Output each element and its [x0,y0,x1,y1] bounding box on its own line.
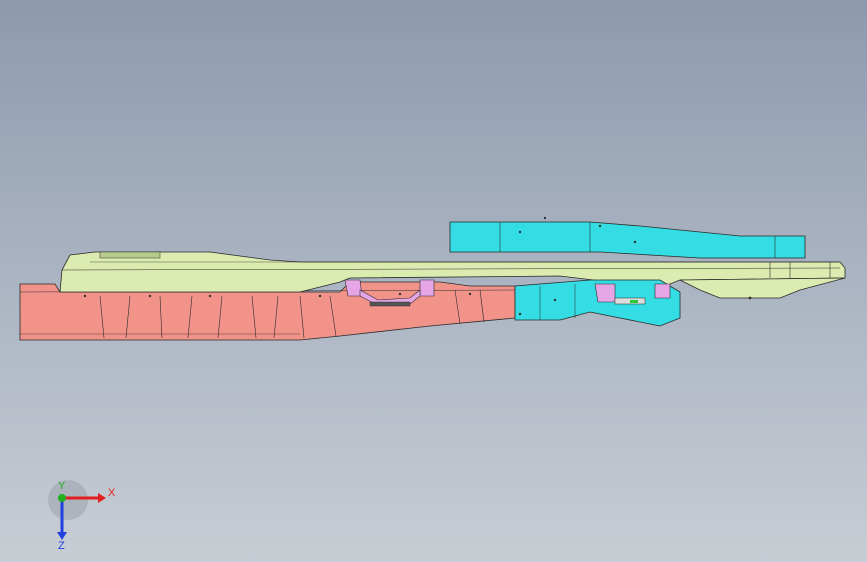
x-axis-arrow-icon [98,493,106,503]
cyan-upper-block[interactable] [449,221,806,259]
graphics-viewport[interactable]: X Y Z [0,0,867,562]
triad-shadow [48,480,88,520]
y-axis-label: Y [58,480,66,492]
coordinate-triad: X Y Z [48,480,116,550]
z-axis-arrow-icon [57,532,67,540]
x-axis-label: X [108,487,116,499]
y-axis-dot-icon [58,494,66,502]
green-tail-part[interactable] [679,277,846,299]
model-view[interactable] [0,0,867,562]
z-axis-label: Z [58,540,65,550]
